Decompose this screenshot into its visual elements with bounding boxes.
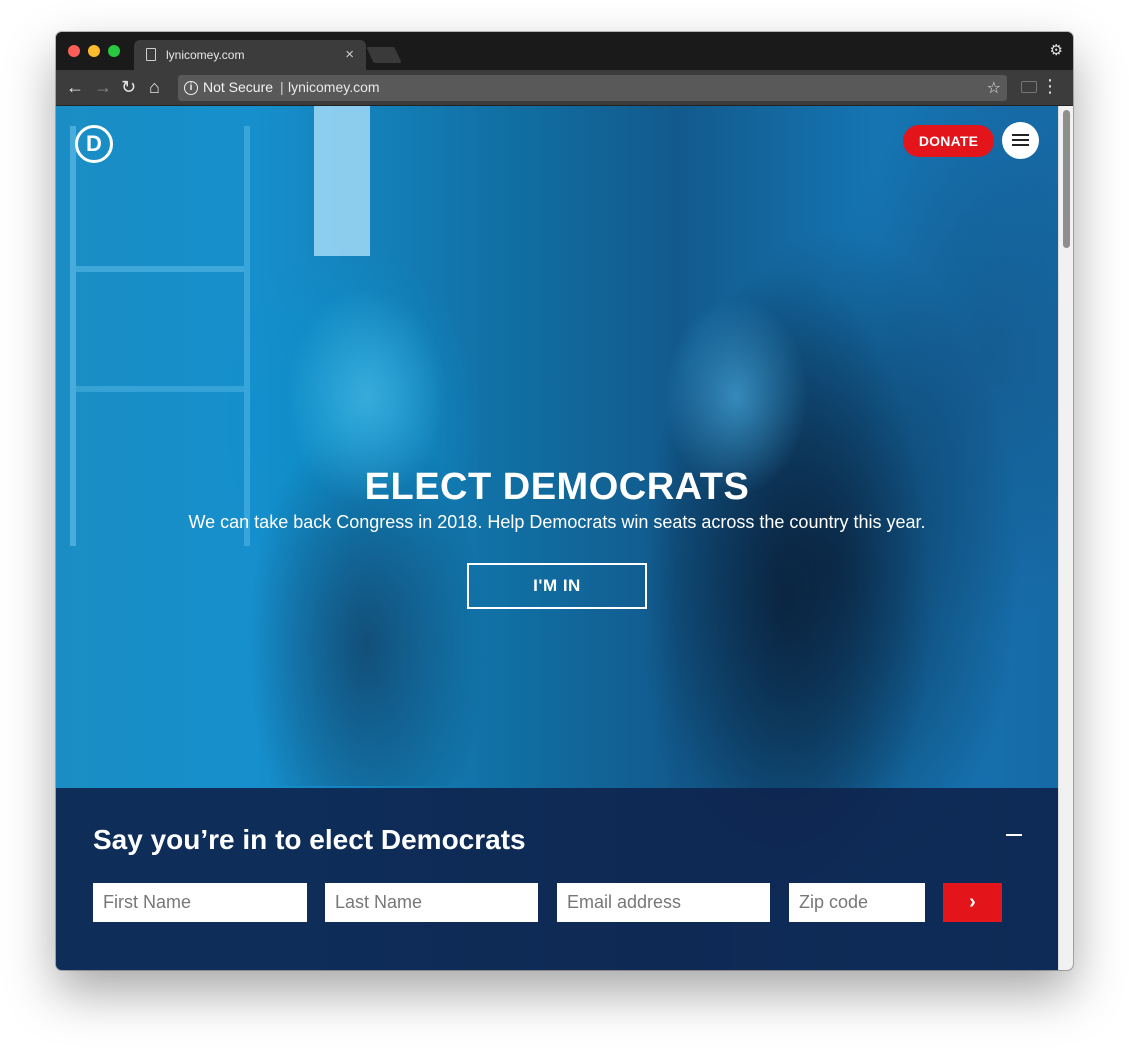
cast-icon[interactable]	[1021, 81, 1037, 93]
security-label: Not Secure	[203, 79, 274, 95]
zip-code-input[interactable]	[789, 883, 925, 922]
close-icon[interactable]: ×	[345, 46, 354, 63]
email-input[interactable]	[557, 883, 770, 922]
page-viewport: D DONATE ELECT DEMOCRATS We can take bac…	[56, 106, 1058, 970]
forward-icon[interactable]: →	[94, 77, 112, 97]
address-bar[interactable]: i Not Secure | lynicomey.com ☆	[178, 75, 1007, 101]
address-url[interactable]: lynicomey.com	[288, 79, 380, 95]
window-maximize-button[interactable]	[108, 45, 120, 57]
tab-strip: lynicomey.com × ⚙	[56, 32, 1073, 70]
hero-title: ELECT DEMOCRATS	[364, 466, 750, 508]
last-name-input[interactable]	[325, 883, 538, 922]
new-tab-button[interactable]	[366, 47, 402, 63]
home-icon[interactable]: ⌂	[149, 77, 160, 97]
first-name-input[interactable]	[93, 883, 307, 922]
tab-title: lynicomey.com	[166, 48, 245, 62]
info-icon[interactable]: i	[184, 81, 198, 95]
star-icon[interactable]: ☆	[987, 78, 1001, 98]
hero-subtitle: We can take back Congress in 2018. Help …	[188, 512, 926, 532]
minus-icon[interactable]	[1006, 834, 1022, 836]
signup-title: Say you’re in to elect Democrats	[93, 824, 526, 855]
signup-panel: Say you’re in to elect Democrats ›	[56, 788, 1058, 970]
scrollbar-thumb[interactable]	[1063, 110, 1070, 248]
chevron-right-icon: ›	[969, 891, 976, 913]
address-separator: |	[280, 79, 284, 95]
back-icon[interactable]: ←	[66, 77, 84, 97]
democrats-logo[interactable]: D	[75, 125, 113, 163]
incognito-icon: ⚙	[1049, 42, 1063, 59]
reload-icon[interactable]: ↻	[121, 77, 136, 97]
donate-button[interactable]: DONATE	[903, 125, 994, 157]
hamburger-icon[interactable]	[1002, 122, 1039, 159]
im-in-button[interactable]: I'M IN	[467, 563, 647, 609]
browser-toolbar: ← → ↻ ⌂ i Not Secure | lynicomey.com ☆ ⋮	[56, 70, 1073, 106]
scrollbar[interactable]	[1058, 106, 1073, 970]
browser-tab[interactable]: lynicomey.com ×	[134, 40, 366, 70]
page-icon	[146, 48, 156, 61]
browser-window: lynicomey.com × ⚙ ← → ↻ ⌂ i Not Secure |…	[56, 32, 1073, 970]
window-close-button[interactable]	[68, 45, 80, 57]
window-minimize-button[interactable]	[88, 45, 100, 57]
logo-letter: D	[86, 131, 102, 156]
submit-button[interactable]: ›	[943, 883, 1002, 922]
menu-dots-icon[interactable]: ⋮	[1041, 76, 1059, 96]
